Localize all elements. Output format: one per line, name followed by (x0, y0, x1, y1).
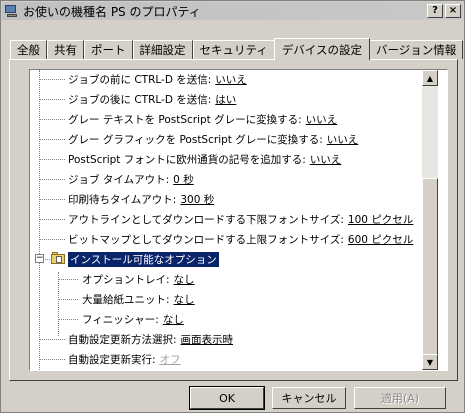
tree-branch-line (58, 279, 78, 280)
printer-properties-dialog: お使いの機種名 PS のプロパティ ? × 全般 共有 ポート 詳細設定 セキュ… (0, 0, 465, 413)
tree-branch-line (39, 79, 65, 80)
tree-item-value[interactable]: いいえ (215, 72, 247, 87)
tree-branch-line (39, 179, 65, 180)
close-button[interactable]: × (445, 4, 461, 18)
scrollbar-thumb[interactable] (422, 178, 438, 364)
tree-item-label: ジョブ タイムアウト: (68, 173, 170, 186)
tree-branch-line (39, 359, 65, 360)
tree-item-value[interactable]: 画面表示時 (181, 332, 234, 347)
tree-item-auto-update-method[interactable]: 自動設定更新方法選択: 画面表示時 (68, 330, 233, 348)
tree-item-value[interactable]: はい (215, 92, 236, 107)
collapse-toggle[interactable]: − (35, 254, 44, 263)
tab-strip: 全般 共有 ポート 詳細設定 セキュリティ デバイスの設定 バージョン情報 (10, 38, 464, 60)
tree-item-label: 自動設定更新方法選択: (68, 333, 177, 346)
vertical-scrollbar[interactable]: ▲ ▼ (422, 70, 438, 370)
ok-button[interactable]: OK (189, 386, 265, 410)
device-settings-tree[interactable]: ジョブの前に CTRL-D を送信: いいえ ジョブの後に CTRL-D を送信:… (29, 69, 448, 371)
tree-branch-line (39, 339, 65, 340)
tree-branch-line (39, 139, 65, 140)
tree-item-euro-symbol[interactable]: PostScript フォントに欧州通貨の記号を追加する: いいえ (68, 150, 341, 168)
tree-branch-line (58, 299, 78, 300)
tree-item-value[interactable]: いいえ (306, 112, 338, 127)
tree-branch-line (39, 119, 65, 120)
tree-guide-line (39, 70, 40, 370)
tree-item-label: フィニッシャー: (82, 313, 159, 326)
apply-button[interactable]: 適用(A) (354, 387, 446, 409)
tree-item-option-tray[interactable]: オプショントレイ: なし (82, 270, 195, 288)
cancel-button[interactable]: キャンセル (272, 387, 346, 409)
tree-item-job-timeout[interactable]: ジョブ タイムアウト: 0 秒 (68, 170, 194, 188)
tree-item-gray-text[interactable]: グレー テキストを PostScript グレーに変換する: いいえ (68, 110, 337, 128)
scroll-up-arrow-icon[interactable]: ▲ (422, 70, 438, 86)
printer-icon (4, 4, 20, 18)
title-bar: お使いの機種名 PS のプロパティ ? × (2, 2, 463, 20)
tab-version-info[interactable]: バージョン情報 (368, 40, 464, 59)
tree-item-gray-graphics[interactable]: グレー グラフィックを PostScript グレーに変換する: いいえ (68, 130, 358, 148)
tree-branch-line (39, 219, 65, 220)
tree-item-ctrl-d-before[interactable]: ジョブの前に CTRL-D を送信: いいえ (68, 70, 247, 88)
tree-item-value[interactable]: いいえ (327, 132, 359, 147)
tree-branch-line (39, 239, 65, 240)
options-folder-icon (51, 252, 65, 264)
tree-item-label: 印刷待ちタイムアウト: (68, 193, 177, 206)
tree-item-label: 大量給紙ユニット: (82, 293, 170, 306)
tree-item-value[interactable]: なし (163, 312, 184, 327)
tree-item-value[interactable]: 0 秒 (173, 172, 194, 187)
window-title: お使いの機種名 PS のプロパティ (23, 4, 201, 19)
tree-item-value[interactable]: なし (174, 292, 195, 307)
scroll-down-arrow-icon[interactable]: ▼ (422, 354, 438, 370)
tree-branch-line (45, 259, 50, 260)
tree-item-label: アウトラインとしてダウンロードする下限フォントサイズ: (68, 213, 344, 226)
tree-item-auto-update-run[interactable]: 自動設定更新実行: オフ (68, 350, 181, 368)
tree-branch-line (39, 99, 65, 100)
tree-item-label: オプショントレイ: (82, 273, 170, 286)
tree-guide-line (58, 272, 59, 336)
tab-device-settings[interactable]: デバイスの設定 (273, 38, 370, 60)
tree-item-wait-timeout[interactable]: 印刷待ちタイムアウト: 300 秒 (68, 190, 214, 208)
tree-item-label: 自動設定更新実行: (68, 353, 156, 366)
tree-item-high-capacity-feeder[interactable]: 大量給紙ユニット: なし (82, 290, 195, 308)
tab-security[interactable]: セキュリティ (192, 40, 275, 59)
tree-item-value[interactable]: 100 ピクセル (348, 212, 413, 227)
tree-branch-line (39, 199, 65, 200)
tree-item-label: ジョブの前に CTRL-D を送信: (68, 73, 212, 86)
tab-ports[interactable]: ポート (84, 40, 133, 59)
tree-item-label: ビットマップとしてダウンロードする上限フォントサイズ: (68, 233, 344, 246)
tree-branch-line (58, 319, 78, 320)
tree-group-label: インストール可能なオプション (68, 251, 219, 267)
tree-item-value[interactable]: いいえ (310, 152, 342, 167)
tree-item-label: PostScript フォントに欧州通貨の記号を追加する: (68, 153, 306, 166)
tree-item-bitmap-font-size[interactable]: ビットマップとしてダウンロードする上限フォントサイズ: 600 ピクセル (68, 230, 413, 248)
tab-sharing[interactable]: 共有 (47, 40, 84, 59)
tree-item-finisher[interactable]: フィニッシャー: なし (82, 310, 184, 328)
tree-branch-line (39, 159, 65, 160)
tree-item-ctrl-d-after[interactable]: ジョブの後に CTRL-D を送信: はい (68, 90, 236, 108)
tree-item-value[interactable]: 600 ピクセル (348, 232, 413, 247)
tree-item-value[interactable]: 300 秒 (180, 192, 214, 207)
tree-item-outline-font-size[interactable]: アウトラインとしてダウンロードする下限フォントサイズ: 100 ピクセル (68, 210, 413, 228)
tree-item-label: ジョブの後に CTRL-D を送信: (68, 93, 212, 106)
tree-item-label: グレー テキストを PostScript グレーに変換する: (68, 113, 302, 126)
tree-group-installable-options[interactable]: インストール可能なオプション (68, 250, 219, 268)
tree-item-label: グレー グラフィックを PostScript グレーに変換する: (68, 133, 323, 146)
help-button[interactable]: ? (427, 4, 443, 18)
tab-advanced[interactable]: 詳細設定 (132, 40, 193, 59)
tab-general[interactable]: 全般 (10, 40, 47, 59)
tree-item-value: オフ (159, 353, 181, 366)
tree-item-value[interactable]: なし (174, 272, 195, 287)
